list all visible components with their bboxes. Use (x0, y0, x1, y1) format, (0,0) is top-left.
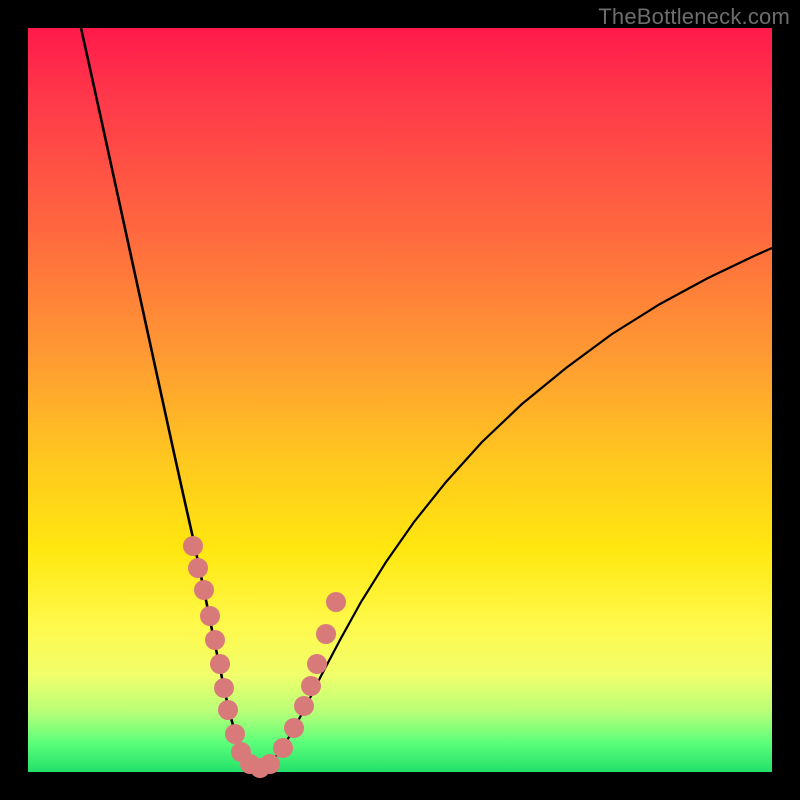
plot-area (28, 28, 772, 772)
highlight-dot (294, 696, 314, 716)
highlight-dots-group (183, 536, 346, 778)
highlight-dot (225, 724, 245, 744)
highlight-dot (200, 606, 220, 626)
highlight-dot (183, 536, 203, 556)
highlight-dot (273, 738, 293, 758)
highlight-dot (301, 676, 321, 696)
highlight-dot (284, 718, 304, 738)
highlight-dot (205, 630, 225, 650)
highlight-dot (260, 754, 280, 774)
watermark-text: TheBottleneck.com (598, 4, 790, 30)
highlight-dot (210, 654, 230, 674)
highlight-dot (316, 624, 336, 644)
highlight-dot (188, 558, 208, 578)
curve-layer (28, 28, 772, 772)
chart-frame: TheBottleneck.com (0, 0, 800, 800)
highlight-dot (326, 592, 346, 612)
highlight-dot (307, 654, 327, 674)
curve-right-branch (256, 248, 772, 770)
highlight-dot (194, 580, 214, 600)
curve-left-branch (81, 28, 256, 770)
highlight-dot (218, 700, 238, 720)
highlight-dot (214, 678, 234, 698)
